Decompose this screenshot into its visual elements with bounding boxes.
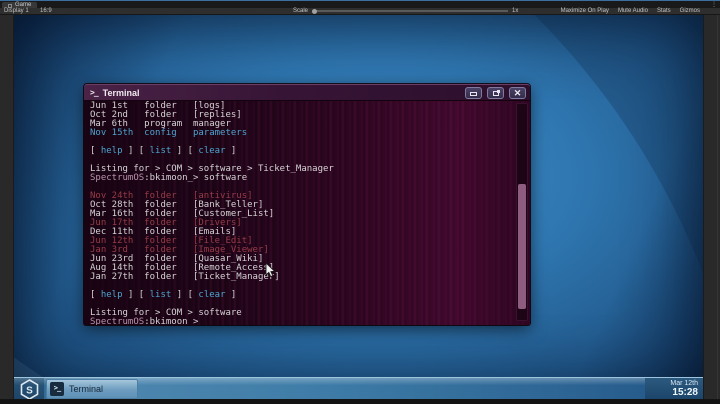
- terminal-text: help: [101, 146, 123, 156]
- game-tab-icon: [8, 4, 12, 8]
- terminal-text: list: [150, 146, 172, 156]
- maximize-on-play-toggle[interactable]: Maximize On Play: [561, 8, 609, 14]
- terminal-text: :bkimoon_>: [144, 317, 198, 325]
- terminal-text: SpectrumOS: [90, 173, 144, 183]
- terminal-titlebar[interactable]: >_ Terminal ✕: [84, 84, 530, 100]
- terminal-line: SpectrumOS:bkimoon_> software: [90, 174, 514, 183]
- taskbar-item-label: Terminal: [69, 384, 103, 394]
- spectrumos-logo-icon: S: [20, 379, 39, 400]
- terminal-window: >_ Terminal ✕ Jun 1st folder [logs]Oct 2…: [84, 84, 530, 325]
- aspect-selector[interactable]: 16:9: [40, 8, 52, 14]
- terminal-text: ] [: [171, 290, 198, 300]
- restore-icon: [493, 91, 499, 96]
- terminal-text: Nov 15th config parameters: [90, 128, 247, 138]
- minimize-icon: [470, 92, 477, 96]
- editor-right-chrome: [703, 15, 720, 399]
- terminal-text: ] [: [123, 290, 150, 300]
- minimize-button[interactable]: [465, 87, 482, 99]
- scale-value: 1x: [512, 8, 518, 14]
- close-icon: ✕: [514, 89, 522, 98]
- display-selector[interactable]: Display 1: [4, 8, 29, 14]
- terminal-text: ]: [226, 146, 237, 156]
- gizmos-toggle[interactable]: Gizmos: [680, 8, 700, 14]
- terminal-text: Jan 27th folder [Ticket_Manager]: [90, 272, 280, 282]
- game-view-toolbar: Display 1 16:9 Scale 1x Maximize On Play…: [0, 8, 720, 15]
- taskbar-clock: Mar 12th 15:28: [645, 378, 703, 399]
- terminal-line: Jan 27th folder [Ticket_Manager]: [90, 273, 514, 282]
- scale-label: Scale: [293, 8, 308, 14]
- toolbar-right-group: Maximize On Play Mute Audio Stats Gizmos: [561, 8, 700, 14]
- terminal-text: [: [90, 146, 101, 156]
- mouse-cursor: [265, 263, 277, 284]
- terminal-line: SpectrumOS:bkimoon_>: [90, 318, 514, 325]
- terminal-text: clear: [198, 146, 225, 156]
- start-button[interactable]: S: [14, 378, 44, 399]
- clock-date: Mar 12th: [645, 380, 698, 387]
- terminal-text: ] [: [171, 146, 198, 156]
- os-taskbar: S >_ Terminal Mar 12th 15:28: [14, 377, 703, 399]
- terminal-text: :bkimoon_> software: [144, 173, 247, 183]
- terminal-body: Jun 1st folder [logs]Oct 2nd folder [rep…: [84, 100, 530, 325]
- terminal-line: [ help ] [ list ] [ clear ]: [90, 291, 514, 300]
- restore-button[interactable]: [487, 87, 504, 99]
- terminal-scrollbar[interactable]: [516, 103, 528, 321]
- scale-slider-knob[interactable]: [312, 9, 317, 14]
- terminal-line: [ help ] [ list ] [ clear ]: [90, 147, 514, 156]
- close-button[interactable]: ✕: [509, 87, 526, 99]
- terminal-text: help: [101, 290, 123, 300]
- scale-slider-track[interactable]: [312, 10, 508, 12]
- editor-tab-bar: Game ⋮: [0, 0, 720, 8]
- terminal-text: clear: [198, 290, 225, 300]
- terminal-output: Jun 1st folder [logs]Oct 2nd folder [rep…: [90, 102, 514, 325]
- terminal-prompt-icon: >_: [90, 88, 98, 98]
- terminal-text: SpectrumOS: [90, 317, 144, 325]
- editor-left-chrome: [0, 15, 14, 399]
- logo-letter: S: [26, 385, 33, 396]
- chrome-divider: [717, 15, 718, 399]
- terminal-text: list: [150, 290, 172, 300]
- window-title: Terminal: [103, 88, 140, 98]
- mute-audio-toggle[interactable]: Mute Audio: [618, 8, 648, 14]
- terminal-text: ] [: [123, 146, 150, 156]
- game-viewport-desktop: >_ Terminal ✕ Jun 1st folder [logs]Oct 2…: [14, 15, 703, 399]
- scale-slider[interactable]: Scale 1x: [293, 8, 518, 14]
- editor-window: Game ⋮ Display 1 16:9 Scale 1x Maximize …: [0, 0, 720, 404]
- taskbar-item-terminal[interactable]: >_ Terminal: [46, 379, 138, 399]
- terminal-line: Nov 15th config parameters: [90, 129, 514, 138]
- window-controls: ✕: [465, 87, 526, 99]
- terminal-task-icon: >_: [50, 382, 64, 396]
- terminal-text: ]: [226, 290, 237, 300]
- terminal-text: [: [90, 290, 101, 300]
- editor-bottom-chrome: [0, 399, 720, 404]
- clock-time: 15:28: [645, 387, 698, 398]
- scrollbar-thumb[interactable]: [518, 184, 526, 309]
- stats-toggle[interactable]: Stats: [657, 8, 671, 14]
